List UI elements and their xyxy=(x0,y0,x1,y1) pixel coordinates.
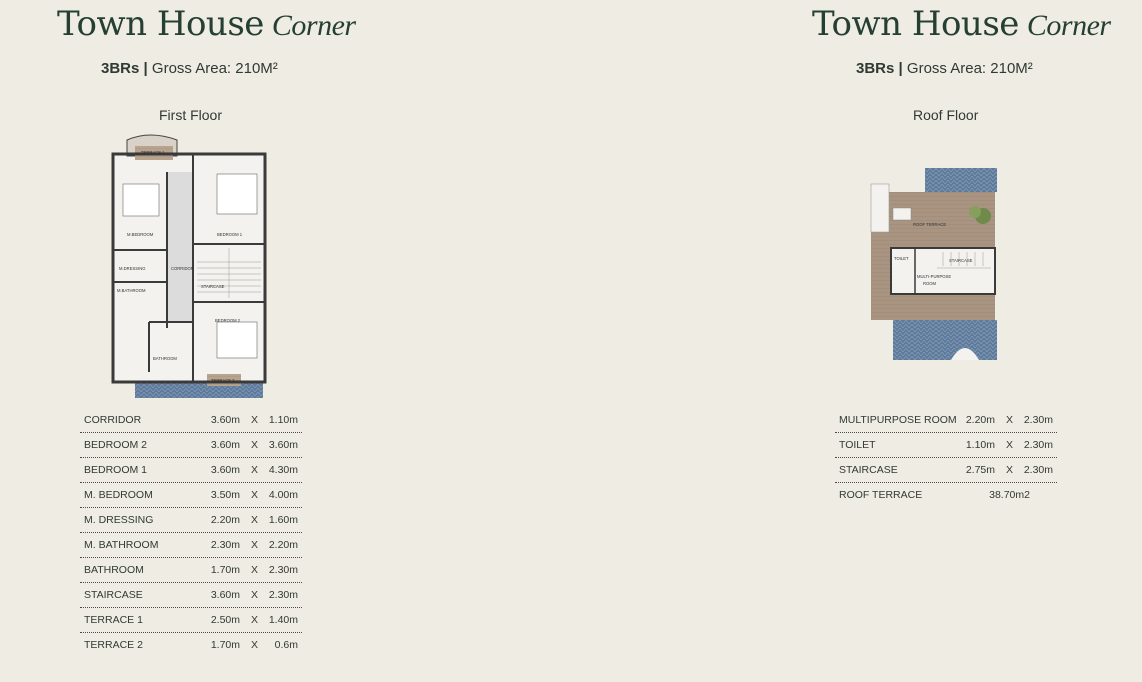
gross-area: Gross Area: 210M² xyxy=(151,60,278,77)
plan-label-m-bathroom: M.BATHROOM xyxy=(117,288,146,293)
first-floor-plan-drawing: TERRACE 1 M.BEDROOM BEDROOM 1 M.DRESSING… xyxy=(111,134,267,398)
room-row: BEDROOM 2 3.60m X 3.60m xyxy=(80,433,302,458)
room-row: MULTIPURPOSE ROOM 2.20m X 2.30m xyxy=(835,408,1057,433)
first-floor-room-table: CORRIDOR 3.60m X 1.10m BEDROOM 2 3.60m X 3.60m… xyxy=(80,408,302,657)
plan-label-multipurpose: MULTI-PURPOSE xyxy=(917,274,951,279)
subtitle-separator: | xyxy=(898,60,903,77)
subtitle-separator: | xyxy=(143,60,148,77)
plan-label-bedroom2: BEDROOM 2 xyxy=(215,318,241,323)
bedroom-count: 3BRs xyxy=(101,60,140,77)
plan-label-room: ROOM xyxy=(923,281,937,286)
plan-label-corridor: CORRIDOR xyxy=(171,266,194,271)
gross-area: Gross Area: 210M² xyxy=(906,60,1033,77)
roof-floor-plan: ROOF TERRACE TOILET STAIRCASE MULTI-PURP… xyxy=(867,168,999,360)
room-row: M. DRESSING 2.20m X 1.60m xyxy=(80,508,302,533)
floor-label: First Floor xyxy=(159,107,222,123)
plan-label-staircase: STAIRCASE xyxy=(949,258,973,263)
room-row: TERRACE 1 2.50m X 1.40m xyxy=(80,608,302,633)
first-floor-plan: TERRACE 1 M.BEDROOM BEDROOM 1 M.DRESSING… xyxy=(105,132,271,398)
plan-label-terrace-bottom: TERRACE 2 xyxy=(211,378,235,383)
unit-title: Town House Corner xyxy=(812,4,1111,44)
plan-label-terrace-top: TERRACE 1 xyxy=(141,150,165,155)
plan-label-roof-terrace: ROOF TERRACE xyxy=(913,222,946,227)
floor-label: Roof Floor xyxy=(913,107,979,123)
room-row: TOILET 1.10m X 2.30m xyxy=(835,433,1057,458)
plan-label-bathroom: BATHROOM xyxy=(153,356,177,361)
unit-subtitle: 3BRs | Gross Area: 210M² xyxy=(101,60,278,77)
title-script: Corner xyxy=(271,9,356,42)
plan-label-dressing: M.DRESSING xyxy=(119,266,146,271)
plan-label-staircase: STAIRCASE xyxy=(201,284,225,289)
room-row: CORRIDOR 3.60m X 1.10m xyxy=(80,408,302,433)
roof-floor-plan-drawing: ROOF TERRACE TOILET STAIRCASE MULTI-PURP… xyxy=(870,168,997,360)
plan-label-master-bedroom: M.BEDROOM xyxy=(127,232,154,237)
room-row: M. BEDROOM 3.50m X 4.00m xyxy=(80,483,302,508)
roof-floor-room-table: MULTIPURPOSE ROOM 2.20m X 2.30m TOILET 1.10m… xyxy=(835,408,1057,507)
room-row: STAIRCASE 3.60m X 2.30m xyxy=(80,583,302,608)
plan-label-bedroom1: BEDROOM 1 xyxy=(217,232,243,237)
unit-title: Town House Corner xyxy=(57,4,356,44)
room-row: BATHROOM 1.70m X 2.30m xyxy=(80,558,302,583)
title-script: Corner xyxy=(1026,9,1111,42)
room-row-area: ROOF TERRACE 38.70m2 xyxy=(839,489,1030,501)
plan-label-toilet: TOILET xyxy=(894,256,909,261)
room-row: TERRACE 2 1.70m X 0.6m xyxy=(84,639,298,651)
unit-subtitle: 3BRs | Gross Area: 210M² xyxy=(856,60,1033,77)
room-row: STAIRCASE 2.75m X 2.30m xyxy=(835,458,1057,483)
room-row: M. BATHROOM 2.30m X 2.20m xyxy=(80,533,302,558)
bedroom-count: 3BRs xyxy=(856,60,895,77)
title-main: Town House xyxy=(812,4,1019,44)
title-main: Town House xyxy=(57,4,264,44)
room-row: BEDROOM 1 3.60m X 4.30m xyxy=(80,458,302,483)
